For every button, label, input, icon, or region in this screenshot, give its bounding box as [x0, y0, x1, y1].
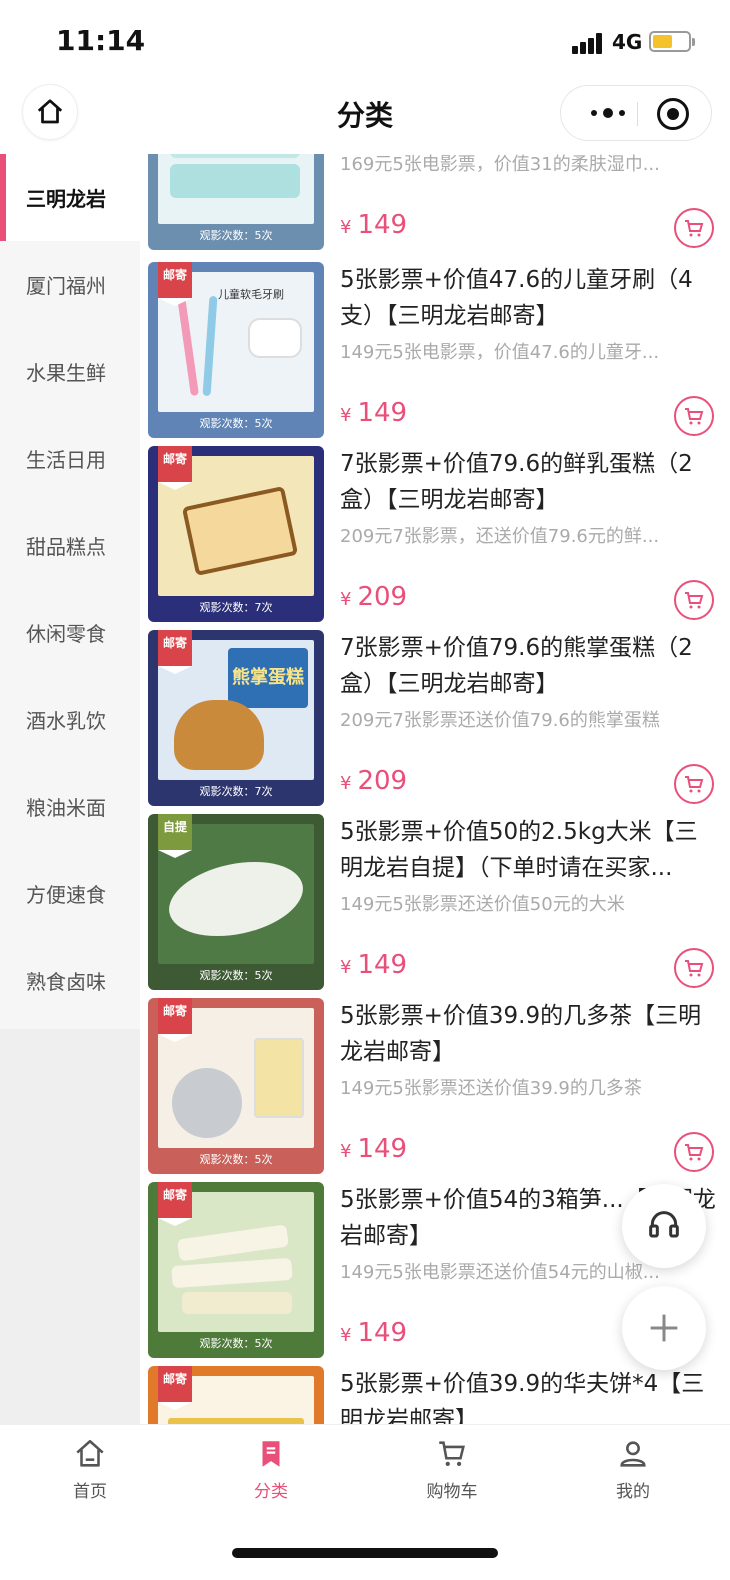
cart-icon	[685, 960, 704, 977]
product-card[interactable]: 熊掌蛋糕 邮寄 观影次数：7次 7张影票+价值79.6的熊掌蛋糕（2盒）【三明龙…	[140, 630, 730, 814]
cart-icon	[685, 776, 704, 793]
product-image[interactable]: 熊掌蛋糕 邮寄 观影次数：7次	[148, 630, 324, 806]
product-price: ¥149	[340, 1318, 408, 1348]
product-card[interactable]: 邮寄 5张影票+价值39.9的华夫饼*4【三明龙岩邮寄】	[140, 1366, 730, 1424]
target-icon[interactable]	[657, 98, 689, 130]
product-image[interactable]: 观影次数：5次	[148, 154, 324, 250]
plus-icon	[650, 1314, 678, 1342]
product-image[interactable]: 邮寄 观影次数：7次	[148, 446, 324, 622]
sidebar-item-sanming-longyan[interactable]: 三明龙岩	[0, 154, 140, 241]
product-price: ¥209	[340, 582, 408, 612]
product-title[interactable]: 5张影票+价值39.9的华夫饼*4【三明龙岩邮寄】	[340, 1366, 718, 1424]
product-card[interactable]: 自提 观影次数：5次 5张影票+价值50的2.5kg大米【三明龙岩自提】（下单时…	[140, 814, 730, 998]
product-desc: 149元5张影票还送价值50元的大米	[340, 894, 625, 915]
product-title[interactable]: 7张影票+价值79.6的熊掌蛋糕（2盒）【三明龙岩邮寄】	[340, 630, 718, 702]
product-desc: 209元7张影票，还送价值79.6元的鲜...	[340, 526, 660, 547]
product-price: ¥149	[340, 1134, 408, 1164]
status-bar: 11:14 4G	[0, 0, 730, 82]
product-desc: 149元5张电影票，价值47.6的儿童牙...	[340, 342, 660, 363]
tab-category[interactable]: 分类	[216, 1437, 326, 1507]
product-price: ¥149	[340, 210, 408, 240]
product-title[interactable]: 5张影票+价值47.6的儿童牙刷（4支）【三明龙岩邮寄】	[340, 262, 718, 334]
product-image[interactable]: 儿童软毛牙刷 邮寄 观影次数：5次	[148, 262, 324, 438]
add-to-cart-button[interactable]	[674, 580, 714, 620]
home-icon	[76, 1439, 104, 1467]
add-to-cart-button[interactable]	[674, 1132, 714, 1172]
headset-icon	[649, 1211, 679, 1238]
sidebar-item-snacks[interactable]: 休闲零食	[0, 589, 140, 676]
add-button[interactable]	[622, 1286, 706, 1370]
nav-bar: 分类	[0, 82, 730, 154]
product-card[interactable]: 儿童软毛牙刷 邮寄 观影次数：5次 5张影票+价值47.6的儿童牙刷（4支）【三…	[140, 262, 730, 446]
signal-icon	[572, 32, 608, 54]
sidebar-item-grain[interactable]: 粮油米面	[0, 763, 140, 850]
sidebar-item-daily[interactable]: 生活日用	[0, 415, 140, 502]
product-desc: 209元7张影票还送价值79.6的熊掌蛋糕	[340, 710, 660, 731]
product-desc: 149元5张影票还送价值39.9的几多茶	[340, 1078, 642, 1099]
tab-cart[interactable]: 购物车	[397, 1437, 507, 1507]
product-price: ¥149	[340, 950, 408, 980]
product-desc: 169元5张电影票，价值31的柔肤湿巾...	[340, 154, 660, 175]
product-card[interactable]: 观影次数：5次 169元5张电影票，价值31的柔肤湿巾... ¥149	[140, 154, 730, 258]
cart-icon	[685, 1144, 704, 1161]
product-price: ¥149	[340, 398, 408, 428]
user-icon	[620, 1441, 646, 1467]
product-price: ¥209	[340, 766, 408, 796]
product-title[interactable]: 7张影票+价值79.6的鲜乳蛋糕（2盒）【三明龙岩邮寄】	[340, 446, 718, 518]
more-dots-icon[interactable]	[583, 98, 633, 128]
status-time: 11:14	[56, 24, 146, 57]
bookmark-icon	[262, 1441, 280, 1467]
add-to-cart-button[interactable]	[674, 396, 714, 436]
product-image[interactable]: 自提 观影次数：5次	[148, 814, 324, 990]
tab-me[interactable]: 我的	[578, 1437, 688, 1507]
customer-service-button[interactable]	[622, 1184, 706, 1268]
product-title[interactable]: 5张影票+价值50的2.5kg大米【三明龙岩自提】（下单时请在买家...	[340, 814, 718, 886]
product-card[interactable]: 邮寄 观影次数：5次 5张影票+价值39.9的几多茶【三明龙岩邮寄】 149元5…	[140, 998, 730, 1182]
cart-icon	[439, 1441, 465, 1467]
product-image[interactable]: 邮寄	[148, 1366, 324, 1424]
product-card[interactable]: 邮寄 观影次数：7次 7张影票+价值79.6的鲜乳蛋糕（2盒）【三明龙岩邮寄】 …	[140, 446, 730, 630]
product-image[interactable]: 邮寄 观影次数：5次	[148, 998, 324, 1174]
product-title[interactable]: 5张影票+价值39.9的几多茶【三明龙岩邮寄】	[340, 998, 718, 1070]
cart-icon	[685, 408, 704, 425]
sidebar-item-xiamen-fuzhou[interactable]: 厦门福州	[0, 241, 140, 328]
sidebar-item-dessert[interactable]: 甜品糕点	[0, 502, 140, 589]
sidebar-item-instant[interactable]: 方便速食	[0, 850, 140, 937]
product-image[interactable]: 邮寄 观影次数：5次	[148, 1182, 324, 1358]
add-to-cart-button[interactable]	[674, 948, 714, 988]
cart-icon	[685, 220, 704, 237]
mini-program-capsule	[560, 85, 712, 141]
network-label: 4G	[612, 30, 643, 54]
sidebar-item-deli[interactable]: 熟食卤味	[0, 937, 140, 1024]
add-to-cart-button[interactable]	[674, 208, 714, 248]
sidebar-item-drinks[interactable]: 酒水乳饮	[0, 676, 140, 763]
cart-icon	[685, 592, 704, 609]
home-indicator	[232, 1548, 498, 1558]
tab-home[interactable]: 首页	[35, 1437, 145, 1507]
sidebar-item-fruit[interactable]: 水果生鲜	[0, 328, 140, 415]
battery-icon	[649, 31, 695, 52]
add-to-cart-button[interactable]	[674, 764, 714, 804]
